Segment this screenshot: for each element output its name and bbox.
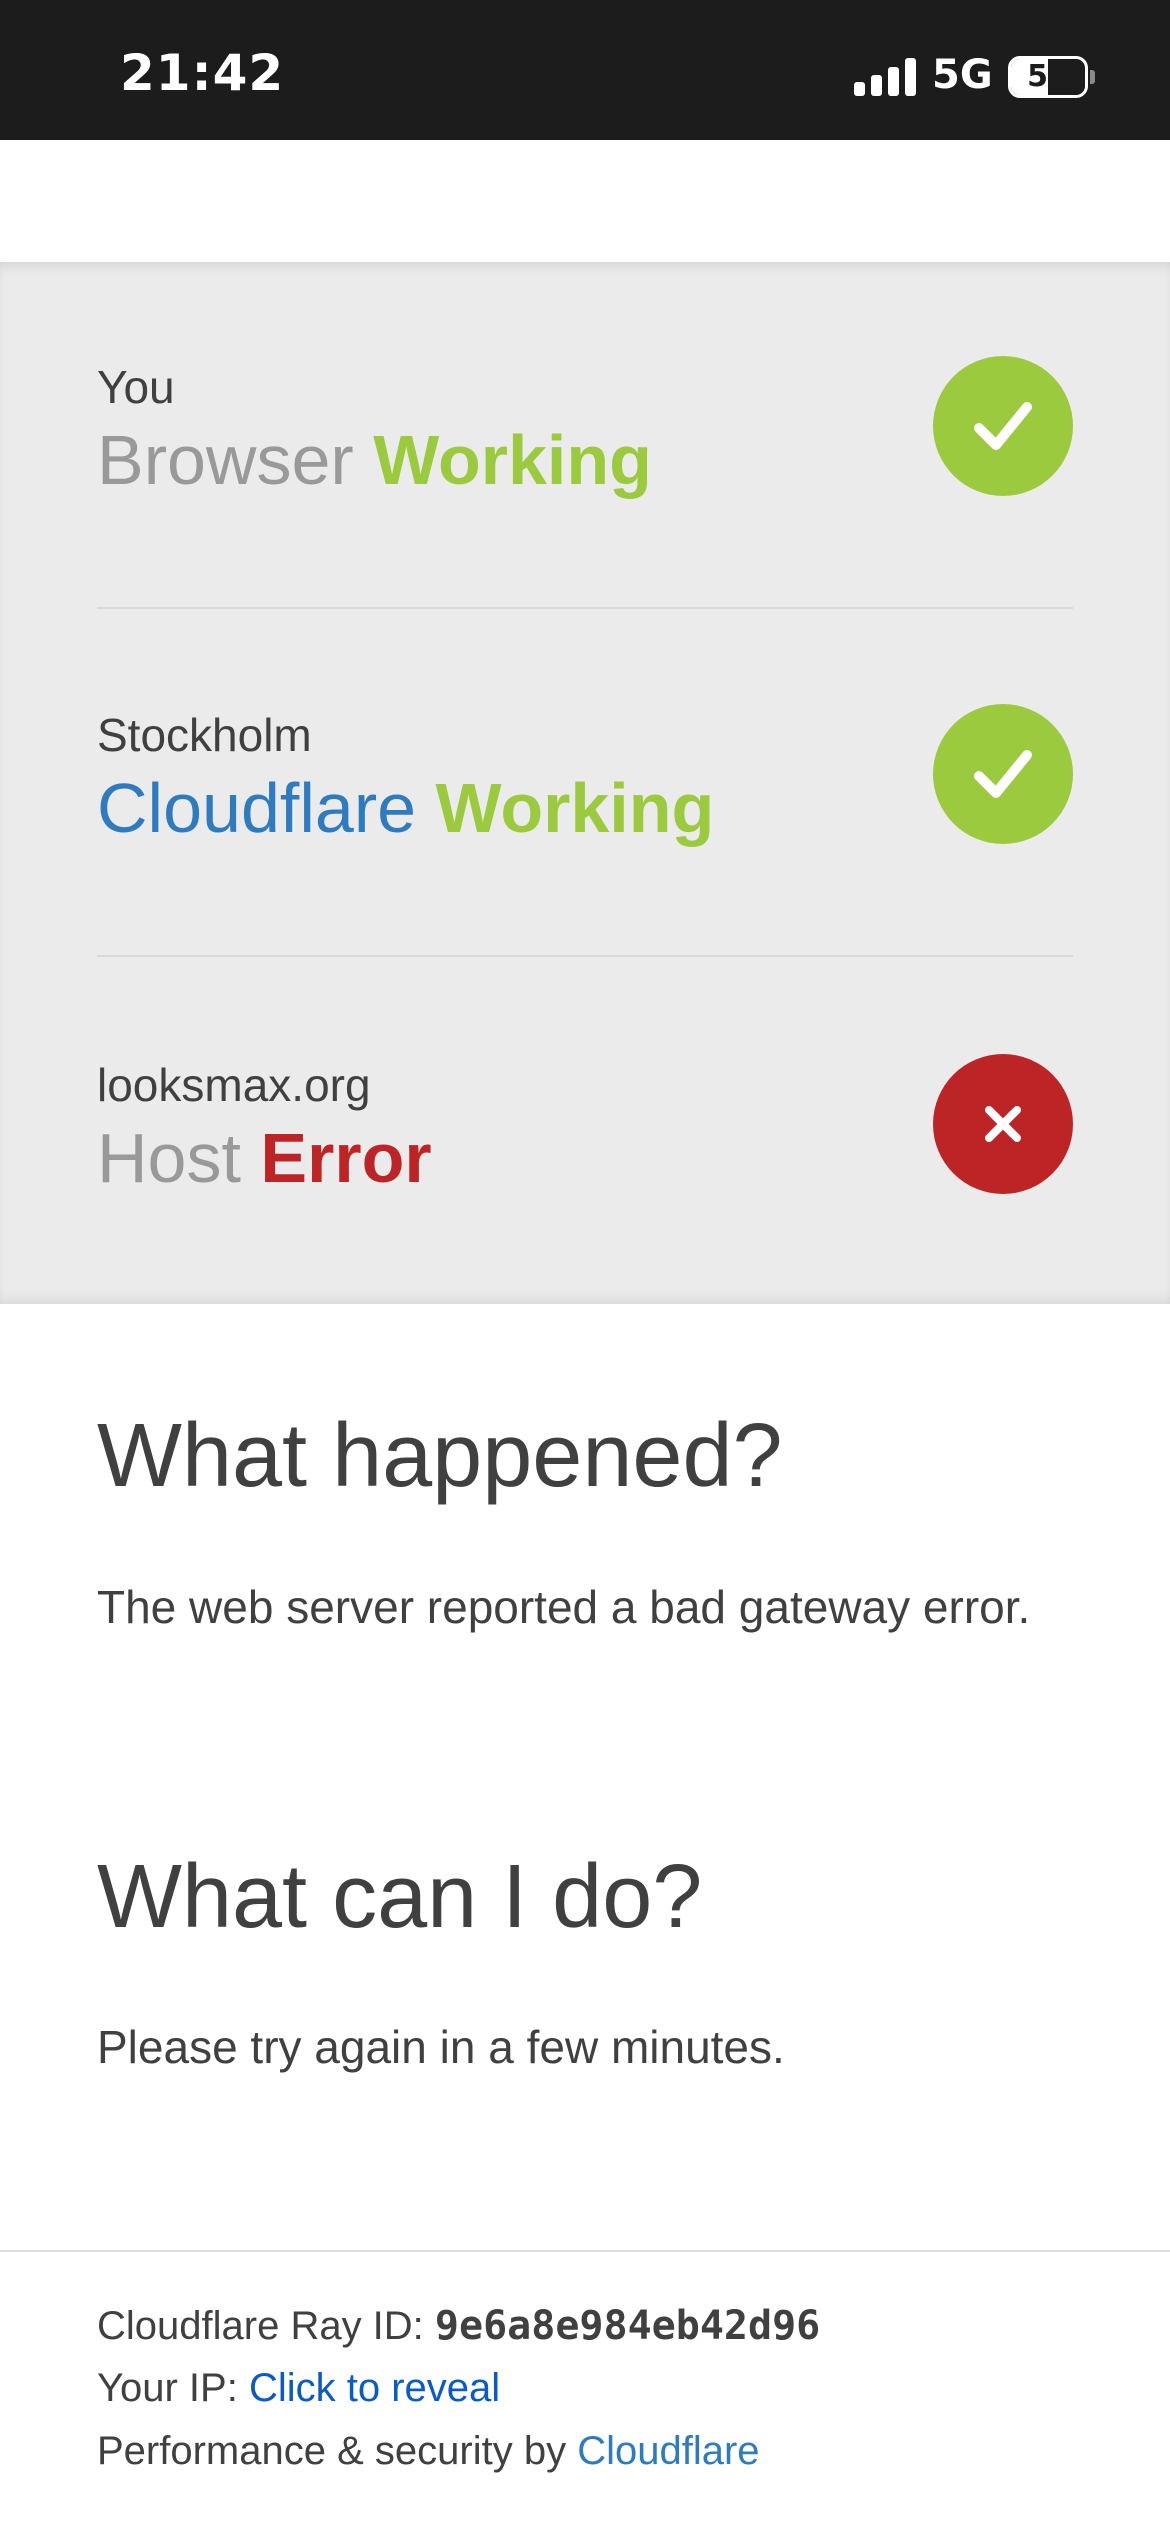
row-label: Cloudflare (97, 769, 417, 847)
battery-icon: 50 (1008, 56, 1088, 98)
cellular-signal-icon (854, 58, 916, 96)
battery-percent: 50 (1027, 59, 1069, 94)
status-row-browser: You Browser Working (97, 262, 1073, 610)
battery-cap (1090, 70, 1095, 84)
row-divider (97, 955, 1073, 957)
what-can-i-do-heading: What can I do? (97, 1847, 703, 1947)
status-row-host: looksmax.org Host Error (97, 960, 1073, 1308)
network-type: 5G (932, 52, 993, 98)
cross-icon (933, 1054, 1073, 1194)
performance-label: Performance & security by (97, 2429, 567, 2473)
row-status-line: Host Error (97, 1118, 432, 1198)
ray-id-label: Cloudflare Ray ID: (97, 2304, 424, 2348)
ray-id-value: 9e6a8e984eb42d96 (434, 2303, 821, 2349)
footer-divider (0, 2250, 1170, 2252)
what-can-i-do-text: Please try again in a few minutes. (97, 2021, 785, 2073)
row-state: Working (373, 421, 652, 499)
status-panel: You Browser Working Stockholm Cloudflare… (0, 262, 1170, 1304)
check-icon (933, 356, 1073, 496)
row-label: Host (97, 1119, 241, 1197)
row-state: Working (435, 769, 715, 847)
ip-label: Your IP: (97, 2366, 238, 2410)
reveal-ip-link[interactable]: Click to reveal (249, 2366, 500, 2410)
cloudflare-link[interactable]: Cloudflare (577, 2429, 759, 2473)
footer-performance-line: Performance & security by Cloudflare (97, 2429, 760, 2474)
row-state: Error (260, 1119, 432, 1197)
status-bar: 21:42 5G 50 (0, 0, 1170, 140)
row-location: looksmax.org (97, 1059, 371, 1111)
footer-ip-line: Your IP: Click to reveal (97, 2366, 500, 2411)
row-status-line: Cloudflare Working (97, 768, 714, 848)
row-location: You (97, 361, 175, 413)
what-happened-heading: What happened? (97, 1406, 783, 1506)
row-location: Stockholm (97, 709, 312, 761)
check-icon (933, 704, 1073, 844)
row-divider (97, 607, 1073, 609)
what-happened-text: The web server reported a bad gateway er… (97, 1581, 1031, 1633)
row-label: Browser (97, 421, 354, 499)
status-time: 21:42 (120, 44, 285, 102)
row-status-line: Browser Working (97, 420, 652, 500)
footer-ray-line: Cloudflare Ray ID: 9e6a8e984eb42d96 (97, 2303, 820, 2349)
status-row-cloudflare: Stockholm Cloudflare Working (97, 610, 1073, 958)
